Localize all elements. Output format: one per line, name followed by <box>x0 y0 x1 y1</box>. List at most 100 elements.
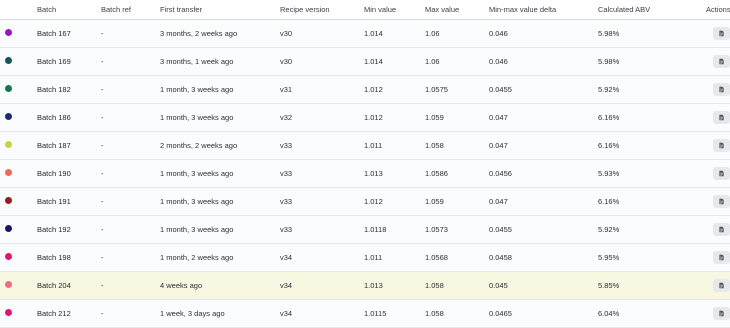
color-cell <box>0 29 37 38</box>
batch-name-cell[interactable]: Batch 186 <box>37 113 101 122</box>
min-value-cell: 1.012 <box>364 113 383 122</box>
first-transfer-cell: 1 week, 3 days ago <box>160 309 225 318</box>
abv-cell: 6.16% <box>598 197 620 206</box>
view-report-button[interactable] <box>713 83 730 96</box>
batch-color-dot <box>5 281 12 288</box>
table-row[interactable]: Batch 190- 1 month, 3 weeks ago v33 1.013 1.… <box>0 160 730 188</box>
first-transfer-cell: 2 months, 2 weeks ago <box>160 141 238 150</box>
table-row[interactable]: Batch 182- 1 month, 3 weeks ago v31 1.012 1.… <box>0 76 730 104</box>
batch-name-cell[interactable]: Batch 212 <box>37 309 101 318</box>
delta-cell: 0.0456 <box>489 169 512 178</box>
table-row[interactable]: Batch 169- 3 months, 1 week ago v30 1.014 1.… <box>0 48 730 76</box>
batch-name-cell[interactable]: Batch 192 <box>37 225 101 234</box>
batch-color-dot <box>5 309 12 316</box>
batch-ref-cell: - <box>101 309 104 318</box>
delta-cell: 0.047 <box>489 141 508 150</box>
abv-cell: 5.92% <box>598 85 620 94</box>
min-value-cell: 1.014 <box>364 29 383 38</box>
table-row[interactable]: Batch 204- 4 weeks ago v34 1.013 1.058 0.045 5… <box>0 272 730 300</box>
actions-cell <box>706 139 730 152</box>
color-cell <box>0 141 37 150</box>
header-first-transfer[interactable]: First transfer <box>160 5 280 14</box>
document-icon <box>719 198 724 205</box>
view-report-button[interactable] <box>713 139 730 152</box>
recipe-version-cell: v30 <box>280 57 293 66</box>
min-value-cell: 1.0115 <box>364 309 387 318</box>
min-value-cell: 1.011 <box>364 141 383 150</box>
recipe-version-cell: v33 <box>280 141 293 150</box>
document-icon <box>719 142 724 149</box>
first-transfer-cell: 3 months, 1 week ago <box>160 57 234 66</box>
batch-name-cell[interactable]: Batch 198 <box>37 253 101 262</box>
batch-color-dot <box>5 169 12 176</box>
first-transfer-cell: 3 months, 2 weeks ago <box>160 29 238 38</box>
view-report-button[interactable] <box>713 167 730 180</box>
recipe-version-cell: v33 <box>280 169 293 178</box>
table-row[interactable]: Batch 167- 3 months, 2 weeks ago v30 1.014 1… <box>0 20 730 48</box>
batch-ref-cell: - <box>101 85 104 94</box>
table-row[interactable]: Batch 192- 1 month, 3 weeks ago v33 1.0118 1… <box>0 216 730 244</box>
document-icon <box>719 86 724 93</box>
batch-name-cell[interactable]: Batch 169 <box>37 57 101 66</box>
view-report-button[interactable] <box>713 55 730 68</box>
actions-cell <box>706 83 730 96</box>
table-row[interactable]: Batch 186- 1 month, 3 weeks ago v32 1.012 1.… <box>0 104 730 132</box>
view-report-button[interactable] <box>713 251 730 264</box>
table-row[interactable]: Batch 212- 1 week, 3 days ago v34 1.0115 1.0… <box>0 300 730 328</box>
table-row[interactable]: Batch 191- 1 month, 3 weeks ago v33 1.012 1.… <box>0 188 730 216</box>
table-row[interactable]: Batch 187- 2 months, 2 weeks ago v33 1.011 1… <box>0 132 730 160</box>
header-recipe-version[interactable]: Recipe version <box>280 5 364 14</box>
max-value-cell: 1.058 <box>425 309 444 318</box>
batch-name-cell[interactable]: Batch 190 <box>37 169 101 178</box>
batch-name-cell[interactable]: Batch 167 <box>37 29 101 38</box>
abv-cell: 5.98% <box>598 57 620 66</box>
header-batch-ref[interactable]: Batch ref <box>101 5 160 14</box>
batch-name-cell[interactable]: Batch 191 <box>37 197 101 206</box>
actions-cell <box>706 27 730 40</box>
color-cell <box>0 281 37 290</box>
delta-cell: 0.047 <box>489 113 508 122</box>
batch-color-dot <box>5 253 12 260</box>
color-cell <box>0 113 37 122</box>
header-batch[interactable]: Batch <box>37 5 101 14</box>
document-icon <box>719 254 724 261</box>
batch-ref-cell: - <box>101 225 104 234</box>
header-max-value[interactable]: Max value <box>425 5 489 14</box>
first-transfer-cell: 1 month, 3 weeks ago <box>160 197 234 206</box>
batch-name-cell[interactable]: Batch 182 <box>37 85 101 94</box>
recipe-version-cell: v34 <box>280 309 293 318</box>
first-transfer-cell: 1 month, 2 weeks ago <box>160 253 234 262</box>
view-report-button[interactable] <box>713 223 730 236</box>
view-report-button[interactable] <box>713 307 730 320</box>
view-report-button[interactable] <box>713 27 730 40</box>
header-min-value[interactable]: Min value <box>364 5 425 14</box>
actions-cell <box>706 167 730 180</box>
delta-cell: 0.047 <box>489 197 508 206</box>
max-value-cell: 1.06 <box>425 57 440 66</box>
table-header: Batch Batch ref First transfer Recipe ve… <box>0 0 730 20</box>
table-row[interactable]: Batch 198- 1 month, 2 weeks ago v34 1.011 1.… <box>0 244 730 272</box>
batch-color-dot <box>5 85 12 92</box>
max-value-cell: 1.06 <box>425 29 440 38</box>
view-report-button[interactable] <box>713 195 730 208</box>
batch-color-dot <box>5 57 12 64</box>
view-report-button[interactable] <box>713 279 730 292</box>
actions-cell <box>706 111 730 124</box>
delta-cell: 0.0455 <box>489 225 512 234</box>
actions-cell <box>706 223 730 236</box>
batch-name-cell[interactable]: Batch 187 <box>37 141 101 150</box>
batch-color-dot <box>5 141 12 148</box>
batch-color-dot <box>5 29 12 36</box>
header-delta[interactable]: Min-max value delta <box>489 5 598 14</box>
batch-name-cell[interactable]: Batch 204 <box>37 281 101 290</box>
batch-ref-cell: - <box>101 169 104 178</box>
header-abv[interactable]: Calculated ABV <box>598 5 706 14</box>
max-value-cell: 1.058 <box>425 141 444 150</box>
max-value-cell: 1.0575 <box>425 85 448 94</box>
abv-cell: 6.16% <box>598 113 620 122</box>
delta-cell: 0.0465 <box>489 309 512 318</box>
view-report-button[interactable] <box>713 111 730 124</box>
color-cell <box>0 253 37 262</box>
abv-cell: 5.93% <box>598 169 620 178</box>
batch-ref-cell: - <box>101 141 104 150</box>
